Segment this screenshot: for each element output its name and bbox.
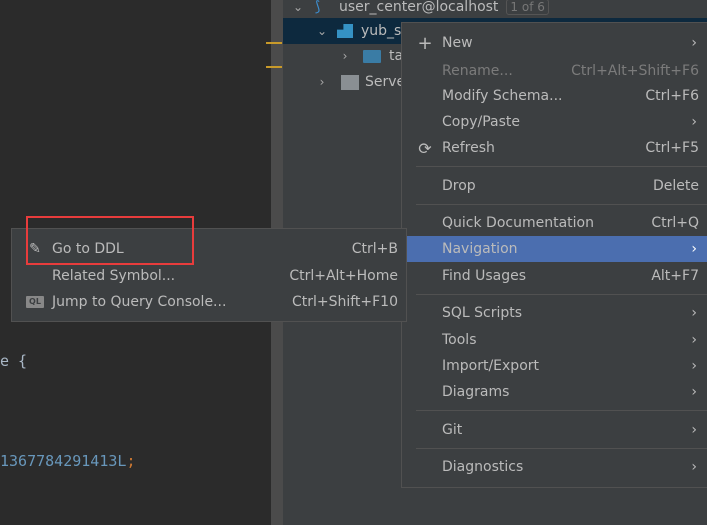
menu-item-git[interactable]: Git › (402, 417, 707, 443)
menu-label: Rename... (442, 63, 513, 79)
menu-label: Import/Export (442, 358, 540, 374)
folder-icon (363, 49, 381, 63)
menu-label: Git (442, 422, 463, 438)
menu-item-jump-to-query-console[interactable]: QL Jump to Query Console... Ctrl+Shift+F10 (12, 289, 406, 315)
menu-label: Navigation (442, 241, 518, 257)
chevron-right-icon: › (691, 114, 697, 130)
annotation-highlight-box (26, 216, 194, 265)
shortcut: Ctrl+F5 (645, 140, 699, 156)
menu-item-sql-scripts[interactable]: SQL Scripts › (402, 300, 707, 326)
menu-label: Drop (442, 178, 476, 194)
number-literal: 1367784291413L (0, 452, 127, 470)
warning-marker[interactable] (266, 42, 282, 44)
menu-label: Refresh (442, 140, 495, 156)
semicolon: ; (126, 452, 136, 470)
chevron-down-icon[interactable]: ⌄ (291, 0, 305, 14)
menu-item-navigation[interactable]: Navigation › (402, 236, 707, 262)
ql-console-icon: QL (26, 296, 44, 308)
separator (416, 410, 707, 411)
menu-item-new[interactable]: + New › (402, 30, 707, 56)
count-badge: 1 of 6 (506, 0, 549, 15)
separator (416, 448, 707, 449)
menu-label: New (442, 35, 473, 51)
connection-label: user_center@localhost (339, 0, 499, 15)
context-menu: + New › Rename... Ctrl+Alt+Shift+F6 Modify … (401, 22, 707, 488)
chevron-right-icon: › (691, 422, 697, 438)
tree-item-connection[interactable]: ⌄ ⟆ user_center@localhost 1 of 6 (283, 0, 707, 20)
separator (416, 166, 707, 167)
warning-marker[interactable] (266, 66, 282, 68)
shortcut: Ctrl+F6 (645, 88, 699, 104)
menu-item-tools[interactable]: Tools › (402, 327, 707, 353)
schema-label: yub_s (361, 23, 402, 39)
shortcut: Ctrl+Alt+Shift+F6 (571, 63, 699, 79)
chevron-right-icon: › (691, 305, 697, 321)
chevron-right-icon: › (691, 358, 697, 374)
shortcut: Ctrl+Alt+Home (289, 268, 398, 284)
menu-item-find-usages[interactable]: Find Usages Alt+F7 (402, 263, 707, 289)
menu-label: Find Usages (442, 268, 527, 284)
code-line: e { (0, 352, 28, 370)
menu-label: Copy/Paste (442, 114, 521, 130)
shortcut: Alt+F7 (651, 268, 699, 284)
chevron-right-icon[interactable]: › (338, 49, 352, 63)
mysql-icon: ⟆ (315, 0, 321, 15)
chevron-right-icon: › (691, 384, 697, 400)
chevron-right-icon: › (691, 35, 697, 51)
refresh-icon: ⟳ (418, 138, 432, 158)
chevron-right-icon[interactable]: › (315, 75, 329, 89)
schema-icon (337, 24, 353, 38)
menu-item-diagnostics[interactable]: Diagnostics › (402, 454, 707, 480)
shortcut: Ctrl+Q (651, 215, 699, 231)
menu-label: Modify Schema... (442, 88, 563, 104)
chevron-down-icon[interactable]: ⌄ (315, 24, 329, 38)
menu-item-rename[interactable]: Rename... Ctrl+Alt+Shift+F6 (402, 58, 707, 84)
menu-label: Jump to Query Console... (52, 294, 227, 310)
server-objects-icon (341, 74, 359, 90)
code-line: 1367784291413L; (0, 452, 135, 470)
menu-label: Tools (442, 332, 477, 348)
shortcut: Delete (653, 178, 699, 194)
menu-item-copy-paste[interactable]: Copy/Paste › (402, 109, 707, 135)
chevron-right-icon: › (691, 241, 697, 257)
shortcut: Ctrl+Shift+F10 (291, 294, 398, 310)
menu-label: Diagnostics (442, 459, 524, 475)
menu-item-import-export[interactable]: Import/Export › (402, 353, 707, 379)
menu-item-modify-schema[interactable]: Modify Schema... Ctrl+F6 (402, 83, 707, 109)
separator (416, 204, 707, 205)
menu-label: Quick Documentation (442, 215, 594, 231)
menu-label: Diagrams (442, 384, 510, 400)
menu-label: Related Symbol... (52, 268, 176, 284)
menu-item-quick-documentation[interactable]: Quick Documentation Ctrl+Q (402, 210, 707, 236)
separator (416, 294, 707, 295)
menu-item-related-symbol[interactable]: Related Symbol... Ctrl+Alt+Home (12, 263, 406, 289)
shortcut: Ctrl+B (351, 241, 398, 257)
servers-label: Serve (365, 74, 406, 90)
plus-icon: + (417, 32, 433, 54)
menu-item-refresh[interactable]: ⟳ Refresh Ctrl+F5 (402, 135, 707, 161)
menu-item-diagrams[interactable]: Diagrams › (402, 379, 707, 405)
menu-label: SQL Scripts (442, 305, 523, 321)
chevron-right-icon: › (691, 332, 697, 348)
chevron-right-icon: › (691, 459, 697, 475)
menu-item-drop[interactable]: Drop Delete (402, 173, 707, 199)
